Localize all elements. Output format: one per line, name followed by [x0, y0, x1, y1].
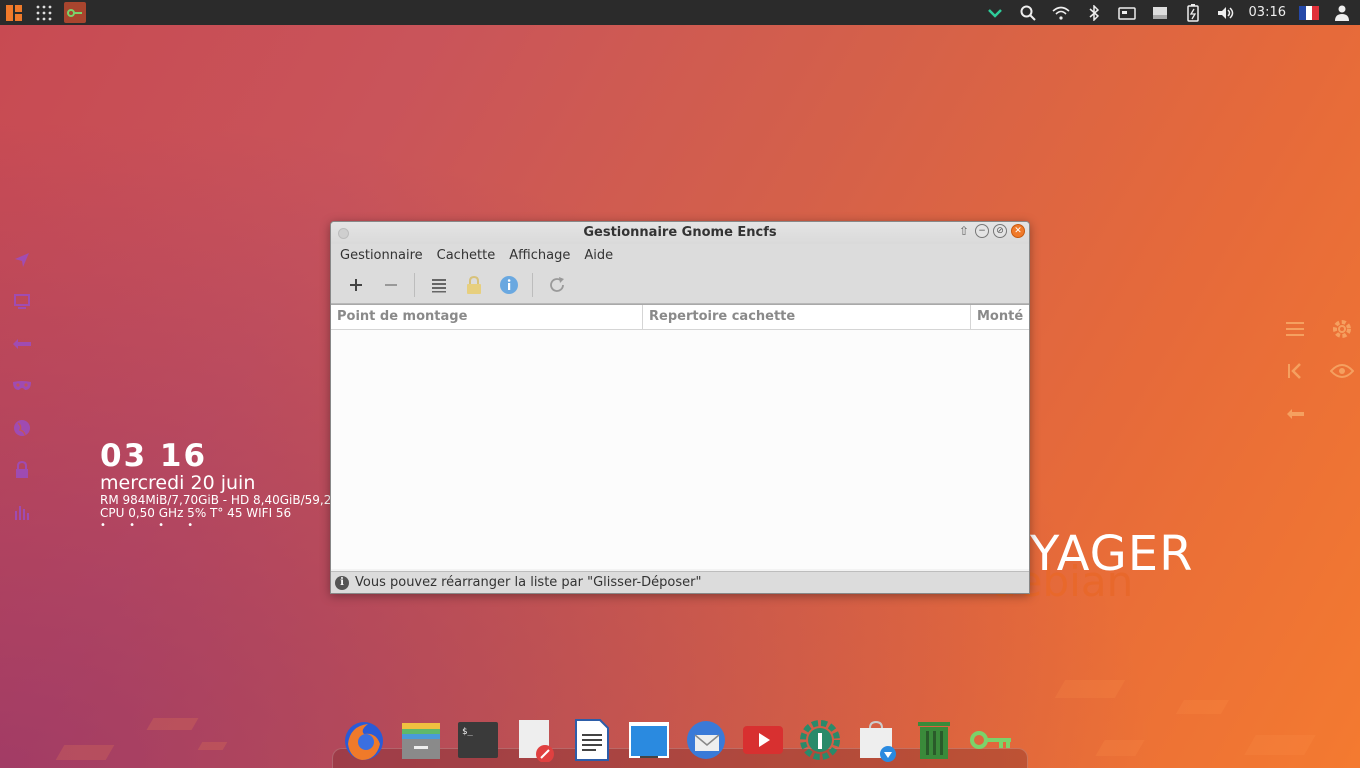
- toolbar: [331, 266, 1029, 304]
- column-header-mounted[interactable]: Monté: [971, 305, 1029, 329]
- terminal-icon[interactable]: $_: [456, 717, 500, 763]
- lock-icon: [467, 275, 481, 294]
- thunderbird-icon[interactable]: [684, 717, 728, 763]
- conky-cpu-stats: CPU 0,50 GHz 5% T° 45 WIFI 56: [100, 507, 292, 520]
- keep-above-button[interactable]: ⇧: [957, 224, 971, 238]
- encfs-key-icon[interactable]: [969, 717, 1013, 763]
- status-message: Vous pouvez réarranger la liste par "Gli…: [355, 575, 702, 590]
- column-header-mount-point[interactable]: Point de montage: [331, 305, 643, 329]
- eye-icon[interactable]: [1329, 363, 1355, 383]
- window-icon[interactable]: [627, 717, 671, 763]
- wallpaper-tile: [1175, 700, 1230, 714]
- software-install-icon[interactable]: [855, 717, 899, 763]
- grid-icon[interactable]: [34, 3, 54, 23]
- add-button[interactable]: [340, 271, 372, 299]
- toolbar-separator: [414, 272, 415, 297]
- arrow-left-icon[interactable]: [10, 332, 34, 356]
- skip-back-icon[interactable]: [1284, 362, 1306, 384]
- lock-button[interactable]: [458, 271, 490, 299]
- remove-button[interactable]: [375, 271, 407, 299]
- conky-time: 03 16: [100, 438, 208, 474]
- menu-bar: Gestionnaire Cachette Affichage Aide: [331, 244, 1029, 266]
- encfs-app-icon[interactable]: [64, 2, 86, 23]
- menu-affichage[interactable]: Affichage: [504, 248, 579, 263]
- conky-memory-stats: RM 984MiB/7,70GiB - HD 8,40GiB/59,2: [100, 494, 332, 507]
- table-header: Point de montage Repertoire cachette Mon…: [331, 305, 1029, 330]
- youtube-icon[interactable]: [741, 717, 785, 763]
- text-editor-icon[interactable]: [513, 717, 557, 763]
- svg-text:$_: $_: [462, 727, 473, 737]
- bar-chart-icon[interactable]: [10, 500, 34, 524]
- window-title: Gestionnaire Gnome Encfs: [583, 225, 777, 240]
- user-icon[interactable]: [1332, 3, 1352, 23]
- add-icon: [350, 278, 362, 291]
- volume-icon[interactable]: [1216, 3, 1236, 23]
- left-launcher: [10, 248, 34, 542]
- top-panel-right: 03:16: [985, 0, 1352, 25]
- monitor-icon[interactable]: [10, 290, 34, 314]
- right-launcher: [1284, 310, 1355, 436]
- search-icon[interactable]: [1018, 3, 1038, 23]
- gear-icon[interactable]: [1330, 317, 1354, 345]
- lock-icon[interactable]: [10, 458, 34, 482]
- menu-gestionnaire[interactable]: Gestionnaire: [335, 248, 432, 263]
- desktop-conky: 03 16 mercredi 20 juin RM 984MiB/7,70GiB…: [100, 440, 332, 531]
- mount-table[interactable]: Point de montage Repertoire cachette Mon…: [331, 304, 1029, 569]
- trash-icon[interactable]: [912, 717, 956, 763]
- dock-items: $_: [342, 717, 1013, 763]
- conky-date: mercredi 20 juin: [100, 472, 256, 494]
- french-flag-icon[interactable]: [1299, 3, 1319, 23]
- minimize-button[interactable]: −: [975, 224, 989, 238]
- wallpaper-tile: [55, 745, 115, 760]
- wallpaper-tile: [146, 718, 199, 730]
- airplane-icon[interactable]: [10, 248, 34, 272]
- top-panel-left: [4, 2, 86, 23]
- arrow-left-icon[interactable]: [1284, 406, 1306, 425]
- mask-icon[interactable]: [10, 374, 34, 398]
- removable-drive-icon[interactable]: [1117, 3, 1137, 23]
- checkmark-icon[interactable]: [985, 3, 1005, 23]
- conky-dots: • • • •: [100, 520, 204, 531]
- system-settings-icon[interactable]: [798, 717, 842, 763]
- top-panel: 03:16: [0, 0, 1360, 25]
- hamburger-menu-icon[interactable]: [1284, 320, 1306, 342]
- voyager-brand: YAGER: [1030, 526, 1194, 582]
- encfs-manager-window: Gestionnaire Gnome Encfs ⇧ − ⊘ ✕ Gestion…: [330, 221, 1030, 594]
- refresh-icon: [550, 276, 564, 292]
- globe-icon[interactable]: [10, 416, 34, 440]
- info-icon: i: [335, 575, 349, 590]
- column-header-stash-directory[interactable]: Repertoire cachette: [643, 305, 971, 329]
- firefox-icon[interactable]: [342, 717, 386, 763]
- window-controls: ⇧ − ⊘ ✕: [957, 224, 1025, 238]
- wallpaper-tile: [1054, 680, 1126, 698]
- list-button[interactable]: [423, 271, 455, 299]
- remove-icon: [385, 283, 397, 286]
- wallpaper-tile: [1095, 740, 1145, 756]
- window-titlebar[interactable]: Gestionnaire Gnome Encfs ⇧ − ⊘ ✕: [331, 222, 1029, 244]
- menu-cachette[interactable]: Cachette: [432, 248, 505, 263]
- file-manager-icon[interactable]: [399, 717, 443, 763]
- writer-document-icon[interactable]: [570, 717, 614, 763]
- wallpaper-tile: [197, 742, 228, 750]
- wifi-icon[interactable]: [1051, 3, 1071, 23]
- menu-aide[interactable]: Aide: [579, 248, 622, 263]
- bluetooth-icon[interactable]: [1084, 3, 1104, 23]
- list-icon: [432, 278, 446, 292]
- refresh-button[interactable]: [541, 271, 573, 299]
- maximize-button[interactable]: ⊘: [993, 224, 1007, 238]
- status-bar: i Vous pouvez réarranger la liste par "G…: [331, 571, 1029, 593]
- panel-clock[interactable]: 03:16: [1249, 5, 1286, 20]
- bottom-dock: $_: [332, 713, 1028, 768]
- battery-icon[interactable]: [1183, 3, 1203, 23]
- wallpaper-tile: [1244, 735, 1316, 755]
- toolbar-separator: [532, 272, 533, 297]
- info-button[interactable]: [493, 271, 525, 299]
- info-icon: [500, 275, 518, 294]
- keyboard-icon[interactable]: [1150, 3, 1170, 23]
- apps-menu-icon[interactable]: [4, 3, 24, 23]
- close-button[interactable]: ✕: [1011, 224, 1025, 238]
